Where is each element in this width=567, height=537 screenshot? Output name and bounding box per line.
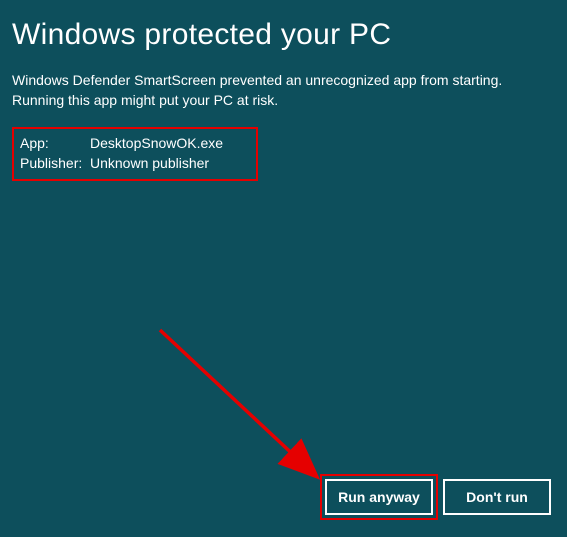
- dialog-title: Windows protected your PC: [12, 18, 555, 52]
- publisher-value: Unknown publisher: [90, 153, 209, 173]
- publisher-label: Publisher:: [20, 153, 90, 173]
- dialog-description: Windows Defender SmartScreen prevented a…: [12, 70, 555, 111]
- app-value: DesktopSnowOK.exe: [90, 133, 223, 153]
- dont-run-button[interactable]: Don't run: [443, 479, 551, 515]
- dialog-buttons: Run anyway Don't run: [325, 479, 551, 515]
- publisher-row: Publisher: Unknown publisher: [20, 153, 250, 173]
- annotation-arrow-icon: [150, 320, 350, 500]
- app-row: App: DesktopSnowOK.exe: [20, 133, 250, 153]
- app-label: App:: [20, 133, 90, 153]
- run-anyway-button[interactable]: Run anyway: [325, 479, 433, 515]
- app-details-box: App: DesktopSnowOK.exe Publisher: Unknow…: [12, 127, 258, 182]
